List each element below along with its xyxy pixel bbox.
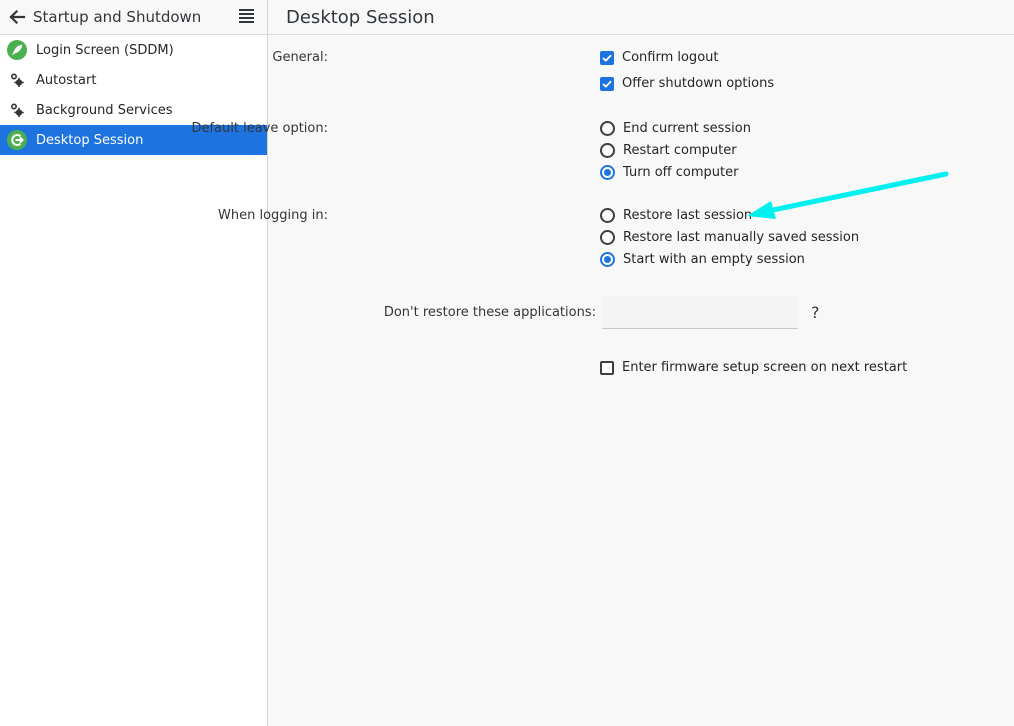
excluded-applications-input[interactable]	[602, 296, 798, 329]
radio-unchecked-icon	[600, 143, 615, 158]
default-leave-option-label: Default leave option:	[191, 121, 328, 136]
option-label: Restore last session	[623, 208, 753, 223]
system-settings-window: Startup and Shutdown Login Screen (SDDM)…	[0, 0, 1014, 726]
page-title: Desktop Session	[286, 6, 435, 28]
option-label: Enter firmware setup screen on next rest…	[622, 360, 908, 375]
option-label: Restart computer	[623, 143, 737, 158]
checkbox-checked-icon	[600, 76, 614, 91]
sidebar-header: Startup and Shutdown	[0, 0, 267, 35]
logout-icon	[7, 130, 27, 150]
radio-unchecked-icon	[600, 230, 615, 245]
radio-checked-icon	[600, 165, 615, 180]
restart-computer-radio[interactable]: Restart computer	[600, 143, 737, 158]
firmware-setup-checkbox[interactable]: Enter firmware setup screen on next rest…	[600, 360, 907, 375]
hamburger-menu-button[interactable]	[237, 7, 255, 25]
start-empty-session-radio[interactable]: Start with an empty session	[600, 252, 805, 267]
sidebar-title: Startup and Shutdown	[33, 8, 202, 26]
dont-restore-label: Don't restore these applications:	[383, 305, 596, 320]
main-header: Desktop Session	[268, 0, 1014, 35]
turn-off-computer-radio[interactable]: Turn off computer	[600, 165, 738, 180]
confirm-logout-checkbox[interactable]: Confirm logout	[600, 50, 718, 65]
sidebar: Startup and Shutdown Login Screen (SDDM)…	[0, 0, 268, 726]
restore-last-session-radio[interactable]: Restore last session	[600, 208, 752, 223]
sidebar-item-label: Autostart	[36, 72, 97, 88]
option-label: End current session	[623, 121, 751, 136]
when-logging-in-label: When logging in:	[218, 208, 328, 223]
annotation-arrow-shaft	[765, 171, 949, 214]
radio-checked-icon	[600, 252, 615, 267]
radio-unchecked-icon	[600, 208, 615, 223]
radio-unchecked-icon	[600, 121, 615, 136]
arrow-left-icon	[9, 9, 26, 25]
option-label: Start with an empty session	[623, 252, 805, 267]
checkbox-checked-icon	[600, 50, 614, 65]
main-panel: Desktop Session General: Confirm logout …	[191, 0, 1014, 726]
option-label: Turn off computer	[623, 165, 739, 180]
gears-icon	[7, 70, 27, 90]
restore-manually-saved-session-radio[interactable]: Restore last manually saved session	[600, 230, 859, 245]
sidebar-item-login-screen[interactable]: Login Screen (SDDM)	[0, 35, 267, 65]
sidebar-item-autostart[interactable]: Autostart	[0, 65, 267, 95]
rocket-icon	[7, 40, 27, 60]
end-current-session-radio[interactable]: End current session	[600, 121, 751, 136]
sidebar-item-label: Login Screen (SDDM)	[36, 42, 174, 58]
option-label: Restore last manually saved session	[623, 230, 860, 245]
back-button[interactable]	[6, 6, 28, 28]
gears-icon	[7, 100, 27, 120]
offer-shutdown-options-checkbox[interactable]: Offer shutdown options	[600, 76, 774, 91]
hamburger-menu-icon	[238, 9, 254, 23]
sidebar-item-label: Background Services	[36, 102, 173, 118]
option-label: Confirm logout	[622, 50, 719, 65]
sidebar-item-label: Desktop Session	[36, 132, 144, 148]
help-button[interactable]: ?	[811, 303, 820, 322]
general-label: General:	[272, 50, 328, 65]
option-label: Offer shutdown options	[622, 76, 775, 91]
sidebar-nav: Login Screen (SDDM) Autostart Background…	[0, 35, 267, 155]
checkbox-unchecked-icon	[600, 360, 614, 375]
